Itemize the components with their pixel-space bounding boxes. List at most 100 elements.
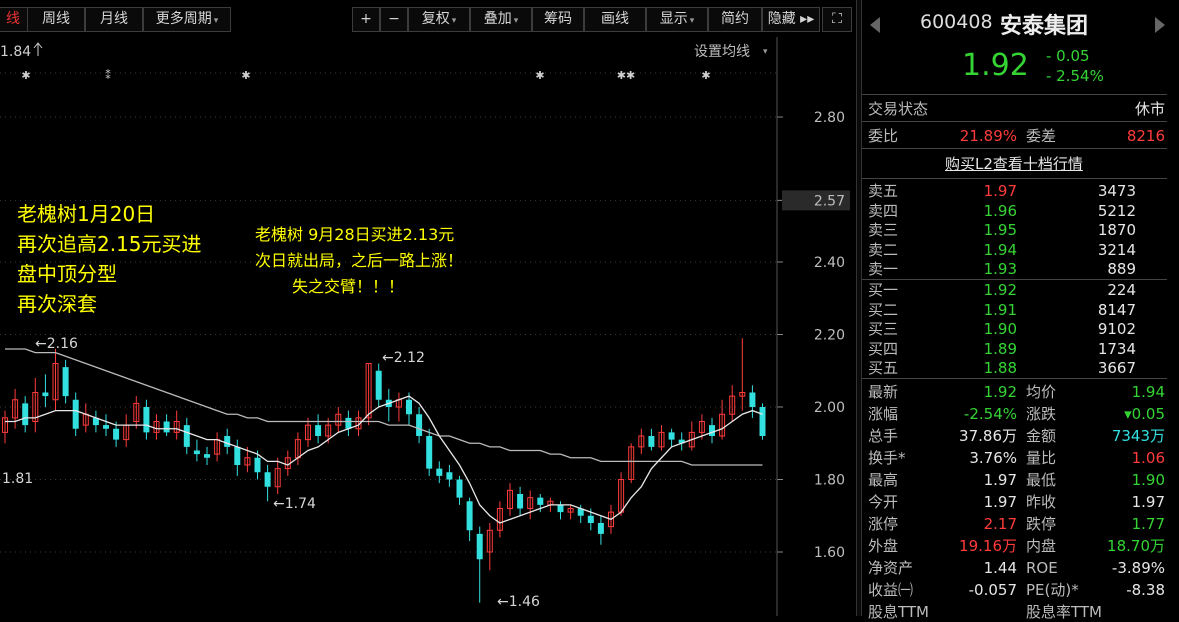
annotation-left-line: 老槐树1月20日 xyxy=(17,202,155,226)
ask-volume: 1870 xyxy=(1097,221,1136,239)
display-dropdown[interactable]: 显示 ▾ xyxy=(646,7,708,32)
ask-price: 1.97 xyxy=(983,182,1017,200)
ask-volume: 3473 xyxy=(1097,182,1136,200)
ask-volume: 5212 xyxy=(1097,201,1136,220)
top-price-label: 1.84 xyxy=(0,44,31,60)
stat-value: 18.70万 xyxy=(1107,537,1165,555)
stat-label: 换手* xyxy=(868,449,906,467)
l2-link-row: 购买L2查看十档行情 xyxy=(862,154,1167,174)
ask-price: 1.94 xyxy=(983,240,1017,259)
annotation-left-line: 盘中顶分型 xyxy=(17,262,117,286)
more-periods-dropdown[interactable]: 更多周期 ▾ xyxy=(143,7,231,32)
stat-label: 涨停 xyxy=(868,515,899,533)
stat-value: 3.76% xyxy=(969,449,1017,467)
draw-line-button[interactable]: 画线 xyxy=(584,7,646,32)
dropdown-caret-icon: ▾ xyxy=(451,16,457,26)
stat-label: 昨收 xyxy=(1026,493,1057,511)
quote-header: 600408 安泰集团 1.92 - 0.05 - 2.54% xyxy=(862,0,1179,94)
stat-value: -3.89% xyxy=(1111,559,1165,577)
stat-label: 涨幅 xyxy=(868,405,899,423)
overlay-dropdown-label: 叠加 xyxy=(483,11,512,27)
ask-label: 卖三 xyxy=(868,221,899,239)
candle-body xyxy=(163,421,170,433)
candle-body xyxy=(42,392,49,397)
fullscreen-button-label: ⛶ xyxy=(832,11,842,27)
weibi-label: 委比 xyxy=(868,127,899,145)
stat-label: 跌停 xyxy=(1026,515,1057,533)
kline-chart-area[interactable]: 2.80 2.57 2.40 2.20 2.00 1.80 1.60 1.84 设置均线 ▾ ✱ ⁑ ✱… xyxy=(0,37,856,616)
stat-label: 最新 xyxy=(868,383,899,401)
separator xyxy=(862,94,1167,95)
last-price: 1.92 xyxy=(962,48,1029,83)
hide-button[interactable]: 隐藏 ▸▸ xyxy=(762,7,820,32)
ma-slow-line xyxy=(5,348,763,466)
overlay-dropdown[interactable]: 叠加 ▾ xyxy=(470,7,532,32)
event-marker-icon: ✱ xyxy=(701,69,710,82)
candle-body xyxy=(476,533,483,560)
bid-label: 买四 xyxy=(868,339,899,358)
separator xyxy=(862,121,1167,122)
kline-chart[interactable]: 2.80 2.57 2.40 2.20 2.00 1.80 1.60 1.84 设置均线 ▾ ✱ ⁑ ✱… xyxy=(0,37,856,616)
label-146: ←1.46 xyxy=(497,594,540,610)
bid-price: 1.89 xyxy=(983,339,1017,358)
ma-setting-button[interactable]: 设置均线 xyxy=(694,44,750,60)
fuquan-dropdown-label: 复权 xyxy=(421,11,450,27)
simple-mode-button-label: 简约 xyxy=(721,11,749,27)
l2-upgrade-link[interactable]: 购买L2查看十档行情 xyxy=(945,154,1083,174)
stat-row: 股息TTM 股息率TTM xyxy=(862,602,1167,622)
y-tick-label: 2.00 xyxy=(814,400,845,416)
bid-volume: 224 xyxy=(1107,281,1136,299)
ask-row: 卖五 1.97 3473 xyxy=(862,181,1167,201)
y-tick-label: 2.80 xyxy=(814,110,845,126)
tab-monthly[interactable]: 月线 xyxy=(85,7,143,32)
event-marker-icon: ✱ xyxy=(21,69,30,82)
simple-mode-button[interactable]: 简约 xyxy=(708,7,762,32)
candle-body xyxy=(375,370,382,400)
weibi-value: 21.89% xyxy=(959,127,1017,145)
separator xyxy=(862,178,1167,179)
bid-row: 买五 1.88 3667 xyxy=(862,358,1167,378)
chips-button[interactable]: 筹码 xyxy=(532,7,584,32)
candle-body xyxy=(557,504,564,513)
tab-weekly[interactable]: 周线 xyxy=(27,7,85,32)
stat-row: 今开 1.97 昨收 1.97 xyxy=(862,492,1167,512)
quote-panel: 600408 安泰集团 1.92 - 0.05 - 2.54% 交易状态 休市 委比… xyxy=(862,0,1179,621)
next-stock-icon[interactable] xyxy=(1155,17,1165,33)
candle-body xyxy=(668,432,675,440)
event-marker-icon: ✱ xyxy=(241,69,250,82)
stat-row: 收益㈠ -0.057 PE(动)* -8.38 xyxy=(862,580,1167,600)
stat-value: 1.90 xyxy=(1131,471,1165,489)
stat-label: 股息率TTM xyxy=(1026,603,1103,621)
y-tick-label: 1.80 xyxy=(814,473,845,489)
annotation-mid-line: 老槐树 9月28日买进2.13元 xyxy=(255,225,454,244)
fullscreen-button[interactable]: ⛶ xyxy=(822,7,852,32)
ask-row: 卖三 1.95 1870 xyxy=(862,220,1167,240)
candle-body xyxy=(416,414,423,436)
candle-body xyxy=(759,407,766,436)
ask-volume: 889 xyxy=(1107,260,1136,278)
bid-row: 买一 1.92 224 xyxy=(862,280,1167,300)
bid-price: 1.91 xyxy=(983,300,1017,319)
annotation-mid-line: 失之交臂！！！ xyxy=(292,277,404,296)
bid-volume: 3667 xyxy=(1097,359,1136,377)
fuquan-dropdown[interactable]: 复权 ▾ xyxy=(408,7,470,32)
stock-code: 600408 xyxy=(920,11,993,33)
candle-body xyxy=(406,399,412,415)
prev-stock-icon[interactable] xyxy=(870,17,880,33)
candle-body xyxy=(648,436,655,447)
y-tick-label: 1.60 xyxy=(814,545,845,561)
zoom-in-button[interactable]: + xyxy=(352,7,380,32)
bid-label: 买三 xyxy=(868,320,899,338)
zoom-in-button-label: + xyxy=(360,11,372,27)
hide-button-label: 隐藏 ▸▸ xyxy=(767,11,815,27)
zoom-out-button[interactable]: − xyxy=(380,7,408,32)
stat-label: 总手 xyxy=(868,427,899,445)
stat-value: 1.06 xyxy=(1131,449,1165,467)
stat-label: 涨跌 xyxy=(1026,405,1057,423)
y-tick-label: 2.57 xyxy=(814,193,845,209)
stat-label: 外盘 xyxy=(868,537,899,555)
stat-label: 量比 xyxy=(1026,449,1057,467)
weicha-value: 8216 xyxy=(1126,127,1165,145)
candle-body xyxy=(62,367,69,397)
candle-body xyxy=(587,515,594,523)
